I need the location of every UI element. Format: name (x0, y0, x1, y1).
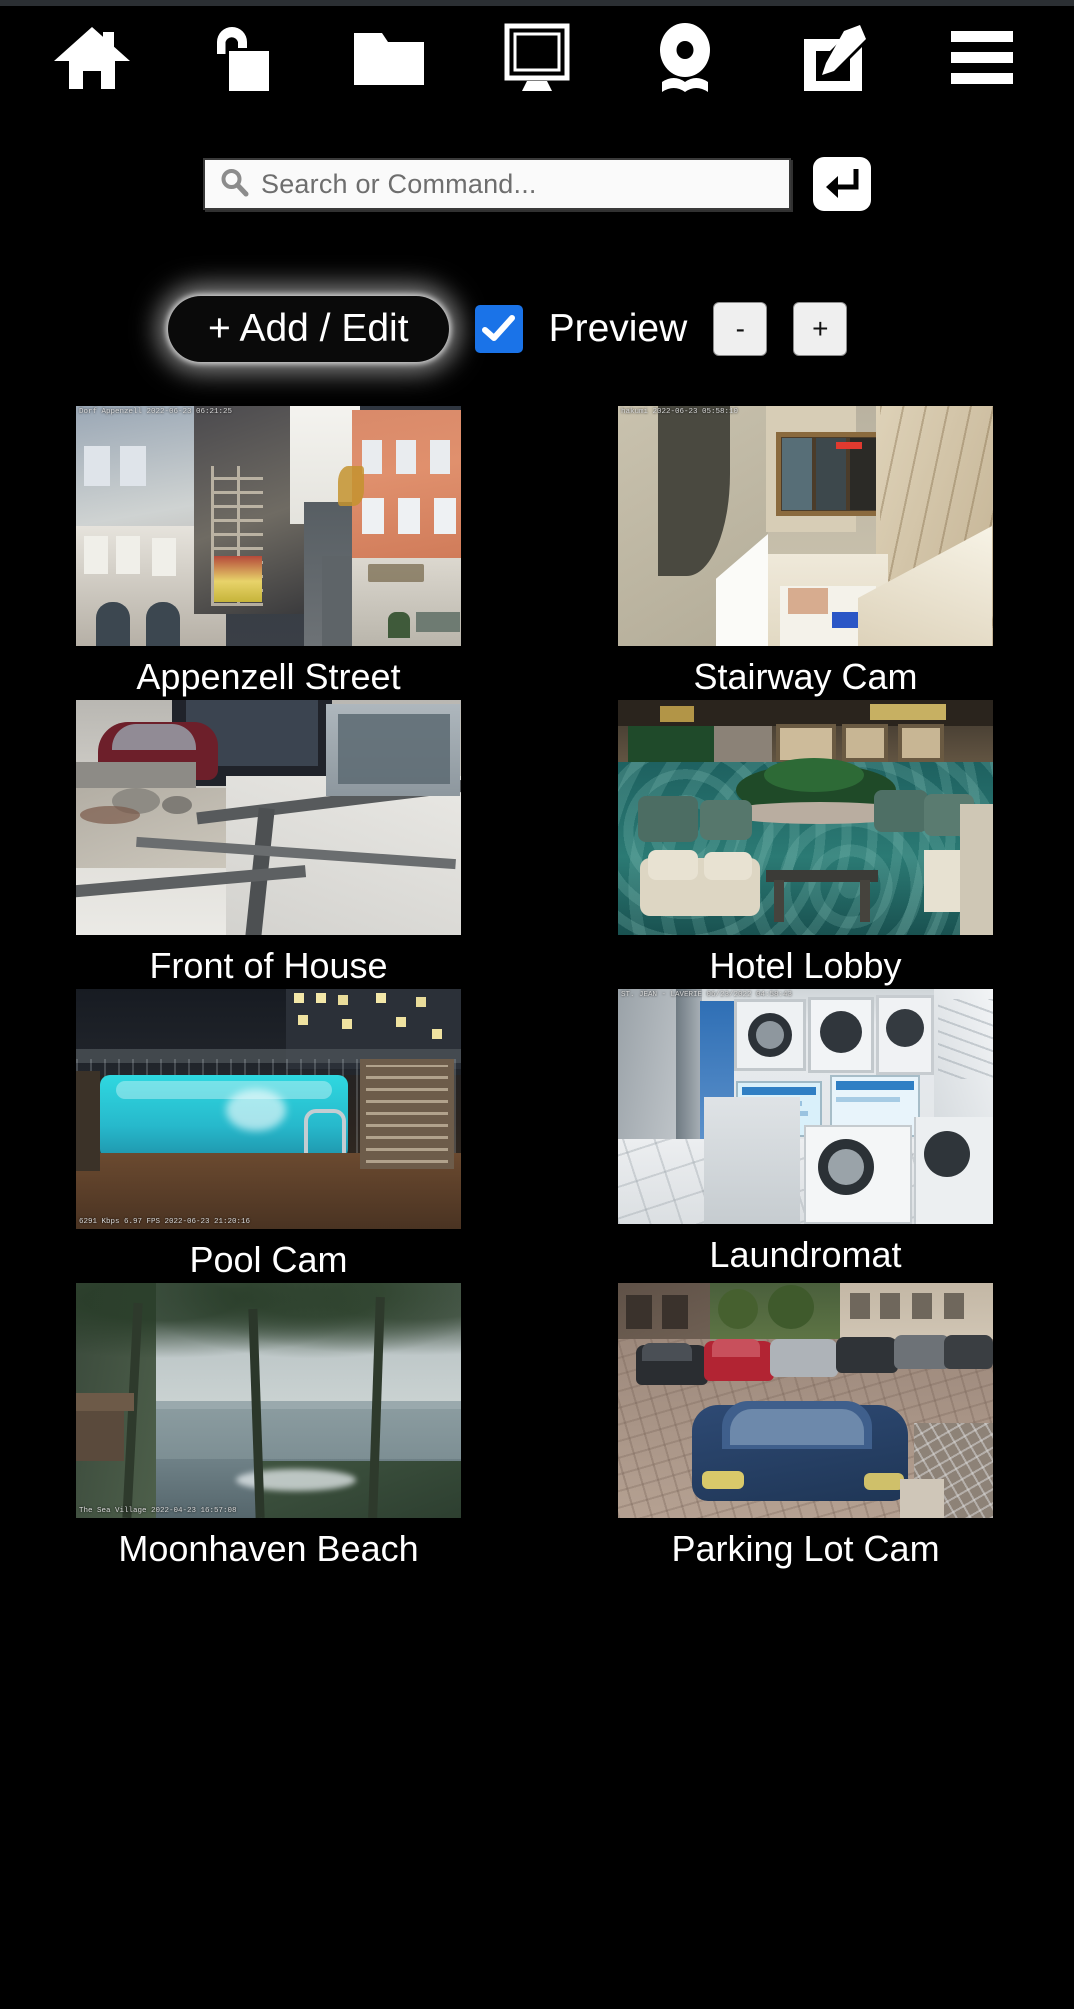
camera-label: Appenzell Street (136, 656, 401, 697)
camera-label: Front of House (149, 945, 388, 986)
edit-icon[interactable] (786, 15, 882, 101)
search-row: Search or Command... (0, 152, 1074, 216)
camera-label: Moonhaven Beach (118, 1528, 419, 1569)
camera-tile[interactable]: 6291 Kbps 6.97 FPS 2022-06-23 21:20:16 P… (0, 989, 537, 1283)
zoom-in-button[interactable]: + (793, 302, 848, 356)
camera-tile[interactable]: The Sea Village 2022-04-23 16:57:08 Moon… (0, 1283, 537, 1572)
folder-icon[interactable] (341, 15, 437, 101)
camera-tile[interactable]: Front of House (0, 700, 537, 989)
camera-label: Laundromat (709, 1234, 902, 1275)
hamburger-icon[interactable] (934, 15, 1030, 101)
zoom-out-button[interactable]: - (713, 302, 768, 356)
enter-key-icon (822, 163, 862, 206)
camera-viewer-app: Search or Command... + Add / Edit Previe… (0, 0, 1074, 2009)
preview-checkbox[interactable] (474, 305, 523, 353)
camera-label: Hotel Lobby (709, 945, 902, 986)
search-icon (219, 167, 249, 202)
camera-label: Stairway Cam (693, 656, 918, 697)
camera-tile[interactable]: hakumi 2022-06-23 05:58:10 Stairway Cam (537, 406, 1074, 700)
camera-timestamp: hakumi 2022-06-23 05:58:10 (621, 408, 739, 416)
camera-timestamp: The Sea Village 2022-04-23 16:57:08 (79, 1507, 237, 1515)
controls-row: + Add / Edit Preview - + (0, 288, 1074, 370)
camera-tile[interactable]: Hotel Lobby (537, 700, 1074, 989)
home-icon[interactable] (44, 15, 140, 101)
camera-label: Pool Cam (189, 1239, 348, 1280)
search-placeholder: Search or Command... (261, 168, 537, 199)
unlock-icon[interactable] (192, 15, 288, 101)
camera-timestamp: ST. JEAN - LAVERIE 06/23/2022 04:58:43 (621, 991, 793, 999)
camera-grid: Dorf Appenzell 2022-06-23 06:21:25 Appen… (0, 406, 1074, 1572)
camera-tile[interactable]: ST. JEAN - LAVERIE 06/23/2022 04:58:43 L… (537, 989, 1074, 1283)
webcam-icon[interactable] (637, 15, 733, 101)
icon-toolbar (0, 6, 1074, 110)
check-icon (481, 315, 515, 341)
preview-label: Preview (548, 307, 688, 350)
camera-timestamp: Dorf Appenzell 2022-06-23 06:21:25 (79, 408, 233, 416)
camera-label: Parking Lot Cam (671, 1528, 940, 1569)
search-submit-button[interactable] (813, 157, 871, 211)
monitor-icon[interactable] (489, 15, 585, 101)
add-edit-button[interactable]: + Add / Edit (168, 296, 449, 362)
search-input[interactable]: Search or Command... (203, 158, 791, 210)
camera-timestamp: 6291 Kbps 6.97 FPS 2022-06-23 21:20:16 (79, 1218, 251, 1226)
camera-tile[interactable]: Parking Lot Cam (537, 1283, 1074, 1572)
camera-tile[interactable]: Dorf Appenzell 2022-06-23 06:21:25 Appen… (0, 406, 537, 700)
